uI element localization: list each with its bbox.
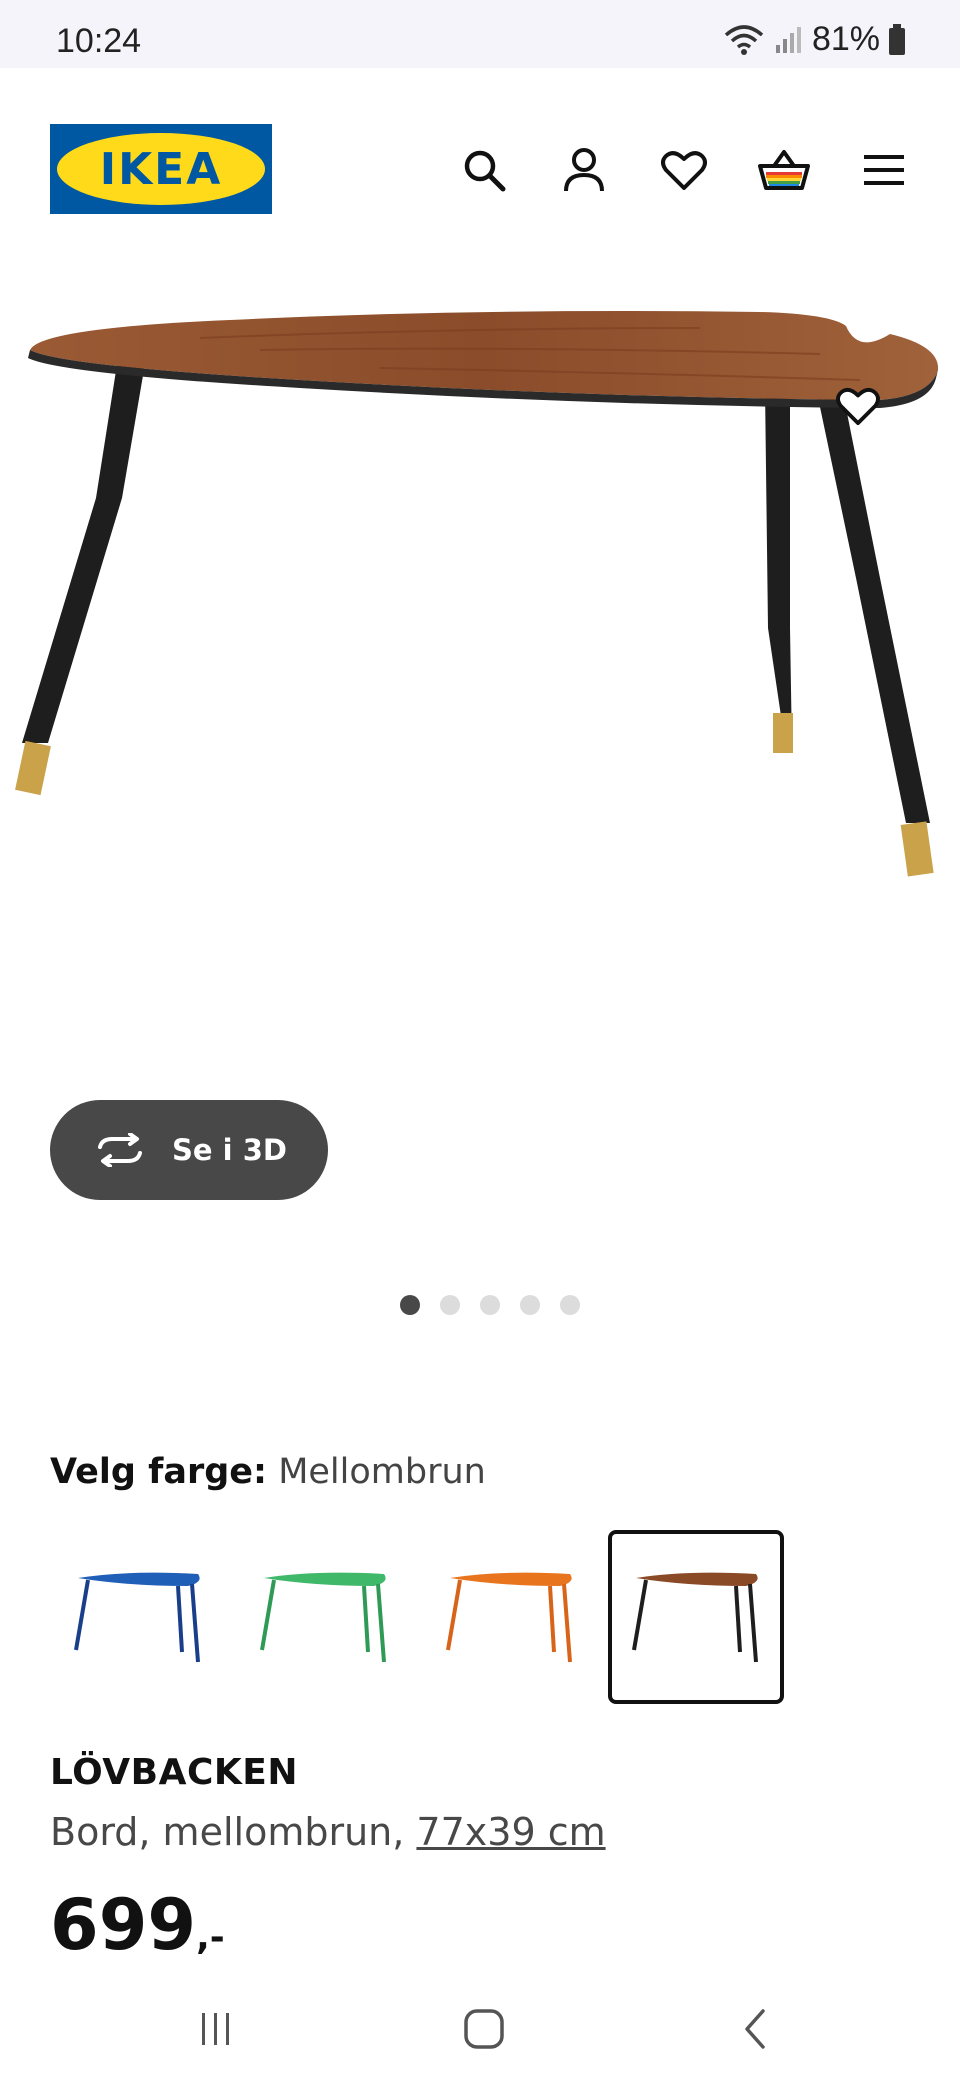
gallery-pagination [0,1295,960,1315]
add-to-favorites-button[interactable] [830,378,886,434]
favorites-icon [661,151,707,190]
view-in-3d-label: Se i 3D [172,1133,287,1167]
account-button[interactable] [558,144,610,196]
swatch-table-image [632,1572,758,1663]
product-type: Bord, mellombrun, [50,1810,405,1854]
color-swatch-green[interactable] [236,1530,412,1704]
product-name: LÖVBACKEN [50,1752,298,1793]
cart-button[interactable] [758,144,810,196]
color-swatch-blue[interactable] [50,1530,226,1704]
back-icon [745,2009,765,2049]
site-header: IKEA [0,68,960,268]
back-button[interactable] [714,1994,794,2064]
battery-icon [889,23,905,55]
ikea-logo[interactable]: IKEA [50,124,272,214]
account-icon [564,148,604,192]
recent-apps-button[interactable] [176,1994,256,2064]
product-image [15,311,939,877]
product-gallery[interactable]: Se i 3D [0,268,960,1358]
view-in-3d-button[interactable]: Se i 3D [50,1100,328,1200]
menu-icon [864,155,904,185]
battery-percent: 81% [811,20,880,58]
status-indicators: 81% [722,20,906,59]
pagination-dot[interactable] [480,1295,500,1315]
system-nav-bar [0,1980,960,2080]
pagination-dot[interactable] [400,1295,420,1315]
swatch-table-image [260,1572,386,1663]
home-icon [464,2009,504,2049]
status-time: 10:24 [56,22,142,60]
search-icon [464,150,506,192]
color-label-title: Velg farge: [50,1452,268,1492]
product-size-link[interactable]: 77x39 cm [416,1810,605,1854]
product-price: 699,- [50,1884,225,1966]
pagination-dot[interactable] [440,1295,460,1315]
swatch-table-image [74,1572,200,1663]
color-selector-label: Velg farge: Mellombrun [50,1452,486,1492]
status-bar: 10:24 81% [0,0,960,68]
pagination-dot[interactable] [520,1295,540,1315]
price-integer: 699 [50,1884,197,1966]
pagination-dot[interactable] [560,1295,580,1315]
signal-icon [775,26,801,53]
price-suffix: ,- [196,1917,225,1958]
wifi-icon [724,24,764,55]
home-button[interactable] [444,1994,524,2064]
menu-button[interactable] [858,144,910,196]
color-swatch-mellombrun[interactable] [608,1530,784,1704]
search-button[interactable] [458,144,510,196]
cart-icon [758,150,810,190]
swatch-table-image [446,1572,572,1663]
favorites-button[interactable] [658,144,710,196]
heart-icon [836,388,880,426]
color-swatch-orange[interactable] [422,1530,598,1704]
product-description: Bord, mellombrun, 77x39 cm [50,1810,606,1854]
color-swatches [50,1530,784,1704]
rotate-3d-icon [98,1133,142,1167]
recent-apps-icon [202,2013,229,2045]
logo-text: IKEA [100,144,223,195]
selected-color-value: Mellombrun [278,1452,486,1492]
